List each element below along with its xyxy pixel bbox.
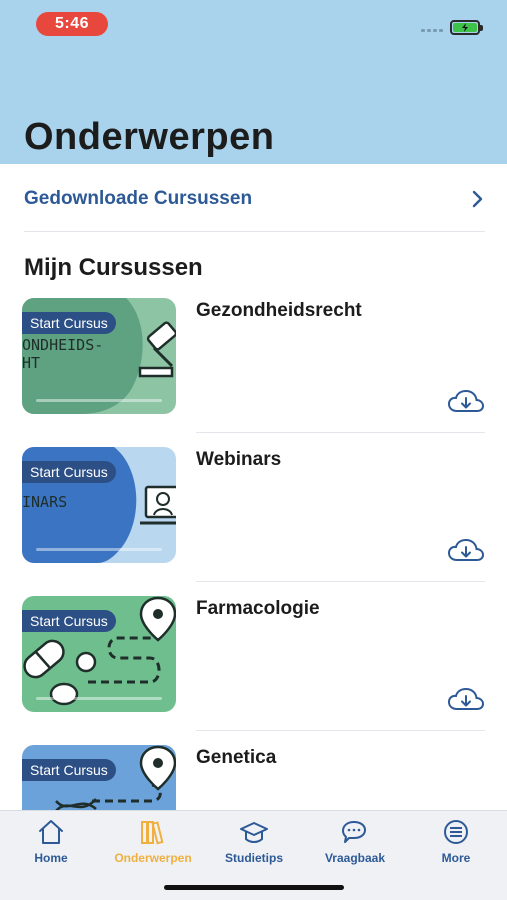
- divider: [196, 730, 485, 731]
- course-item-farmacologie: Start Cursus Farmacologie: [22, 596, 485, 731]
- graduation-cap-icon: [240, 822, 268, 843]
- tab-studietips[interactable]: Studietips: [214, 819, 294, 867]
- tab-label: More: [441, 851, 471, 865]
- course-item-webinars: INARS Start Cursus Webinars: [22, 447, 485, 582]
- progress-bar: [36, 399, 162, 402]
- course-item-genetica: Start Cursus Genetica: [22, 745, 485, 811]
- course-title: Farmacologie: [196, 598, 320, 619]
- header: 5:46 Onderwerpen: [0, 0, 507, 164]
- page-title: Onderwerpen: [24, 116, 275, 158]
- status-time: 5:46: [36, 12, 108, 36]
- section-title: Mijn Cursussen: [24, 254, 203, 281]
- course-thumbnail[interactable]: Start Cursus: [22, 745, 176, 811]
- tab-vraagbaak[interactable]: Vraagbaak: [315, 819, 395, 867]
- start-course-badge: Start Cursus: [22, 312, 116, 334]
- start-course-badge: Start Cursus: [22, 610, 116, 632]
- tab-label: Studietips: [224, 851, 283, 865]
- course-thumbnail[interactable]: Start Cursus: [22, 596, 176, 712]
- course-thumbnail[interactable]: ONDHEIDS- HT Start Cursus: [22, 298, 176, 414]
- downloaded-courses-row[interactable]: Gedownloade Cursussen: [24, 178, 485, 220]
- divider: [196, 581, 485, 582]
- course-title: Webinars: [196, 449, 282, 470]
- thumbnail-text: INARS: [22, 493, 68, 511]
- chevron-right-icon: [472, 190, 483, 208]
- tab-label: Home: [34, 851, 68, 865]
- cloud-download-icon[interactable]: [448, 688, 484, 712]
- divider: [24, 231, 485, 232]
- progress-bar: [36, 548, 162, 551]
- cloud-download-icon[interactable]: [448, 390, 484, 414]
- thumbnail-text: ONDHEIDS- HT: [22, 336, 104, 372]
- tab-more[interactable]: More: [416, 819, 496, 867]
- course-title: Genetica: [196, 747, 277, 768]
- course-title: Gezondheidsrecht: [196, 300, 362, 321]
- divider: [196, 432, 485, 433]
- chat-bubbles-icon: [342, 821, 366, 843]
- progress-bar: [36, 697, 162, 700]
- downloaded-courses-label: Gedownloade Cursussen: [24, 188, 253, 209]
- start-course-badge: Start Cursus: [22, 759, 116, 781]
- tab-home[interactable]: Home: [11, 819, 91, 867]
- home-icon: [39, 820, 63, 844]
- tab-onderwerpen[interactable]: Onderwerpen: [113, 819, 193, 867]
- books-icon: [141, 821, 164, 845]
- course-thumbnail[interactable]: INARS Start Cursus: [22, 447, 176, 563]
- start-course-badge: Start Cursus: [22, 461, 116, 483]
- more-list-icon: [444, 820, 468, 844]
- signal-icon: [421, 29, 443, 32]
- cloud-download-icon[interactable]: [448, 539, 484, 563]
- battery-icon: [450, 20, 483, 35]
- course-item-gezondheidsrecht: ONDHEIDS- HT Start Cursus Gezondheidsrec…: [22, 298, 485, 433]
- tab-label: Onderwerpen: [114, 851, 192, 865]
- tab-label: Vraagbaak: [324, 851, 386, 865]
- home-indicator: [164, 885, 344, 890]
